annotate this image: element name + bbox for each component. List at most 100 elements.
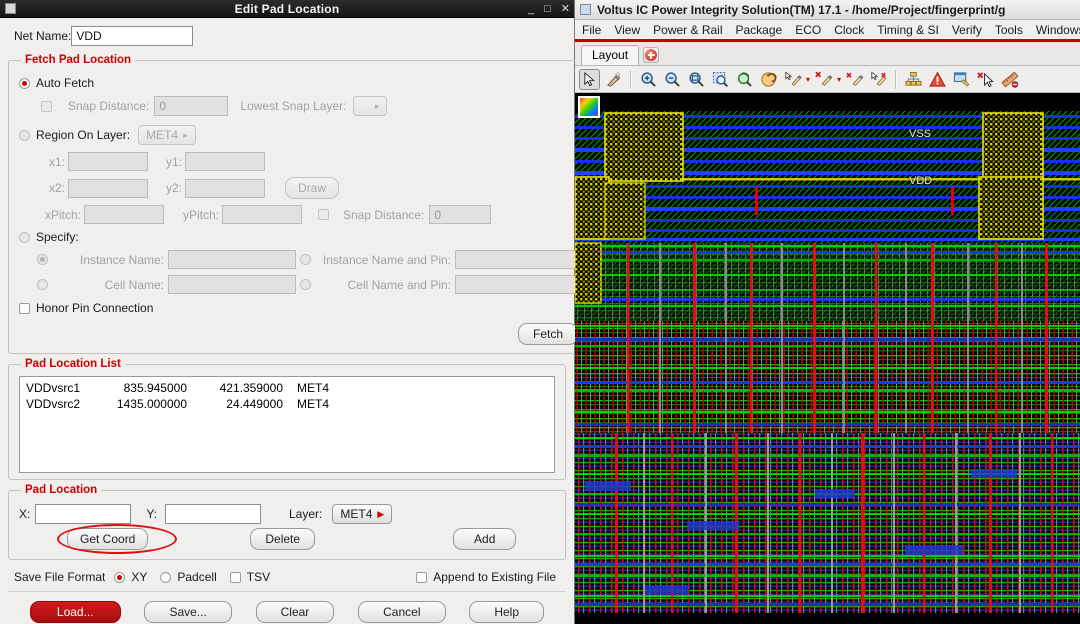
layout-canvas[interactable]: VSS VDD 全栈芯片工程师 xyxy=(575,93,1080,624)
maximize-button[interactable]: □ xyxy=(544,4,551,15)
xpitch-input[interactable] xyxy=(84,205,164,224)
snap-distance-input[interactable] xyxy=(154,96,228,116)
pad-x-input[interactable] xyxy=(35,504,131,524)
get-coord-button[interactable]: Get Coord xyxy=(67,528,148,550)
append-to-existing-file-checkbox[interactable] xyxy=(416,572,427,583)
trim-wire-icon[interactable] xyxy=(868,69,889,90)
y2-input[interactable] xyxy=(185,179,265,198)
menu-tools[interactable]: Tools xyxy=(995,23,1023,37)
menu-view[interactable]: View xyxy=(614,23,640,37)
instance-name-and-pin-input[interactable] xyxy=(455,250,578,269)
cell-name-input[interactable] xyxy=(168,275,296,294)
undo-icon[interactable] xyxy=(758,69,779,90)
format-xy-label: XY xyxy=(131,570,147,584)
redraw-icon[interactable] xyxy=(734,69,755,90)
ruler-icon[interactable] xyxy=(999,69,1020,90)
pad-actions-row: Get Coord Delete Add xyxy=(19,528,555,550)
menu-timing-and-si[interactable]: Timing & SI xyxy=(877,23,939,37)
honor-pin-connection-row[interactable]: Honor Pin Connection xyxy=(19,301,578,315)
pad-y-input[interactable] xyxy=(165,504,261,524)
zoom-selected-icon[interactable] xyxy=(710,69,731,90)
menu-windows[interactable]: Windows xyxy=(1036,23,1080,37)
chevron-down-icon[interactable]: ▾ xyxy=(806,75,810,84)
instance-name-and-pin-radio[interactable] xyxy=(300,254,311,265)
minimize-button[interactable]: _ xyxy=(528,4,534,15)
dialog-titlebar: Edit Pad Location _ □ ✕ xyxy=(0,0,574,18)
edit-wire-icon[interactable] xyxy=(782,69,803,90)
x2-input[interactable] xyxy=(68,179,148,198)
fetch-button[interactable]: Fetch xyxy=(518,323,578,345)
cell-name-radio[interactable] xyxy=(37,279,48,290)
add-button[interactable]: Add xyxy=(453,528,516,550)
menu-clock[interactable]: Clock xyxy=(834,23,864,37)
format-tsv-label: TSV xyxy=(247,570,270,584)
cut-wire-icon[interactable] xyxy=(844,69,865,90)
pad-layer-dropdown[interactable]: MET4 ▶ xyxy=(332,504,392,524)
x1-input[interactable] xyxy=(68,152,148,171)
pad-x: 1435.000000 xyxy=(96,396,201,412)
load-button[interactable]: Load... xyxy=(30,601,121,623)
select-arrow-icon[interactable] xyxy=(579,69,600,90)
delete-wire-icon[interactable] xyxy=(813,69,834,90)
specify-radio[interactable] xyxy=(19,232,30,243)
chevron-right-icon: ▸ xyxy=(183,130,188,141)
color-palette-icon[interactable] xyxy=(578,96,600,118)
zoom-out-icon[interactable] xyxy=(662,69,683,90)
honor-pin-connection-checkbox[interactable] xyxy=(19,303,30,314)
specify-row[interactable]: Specify: xyxy=(19,230,578,244)
region-on-layer-radio[interactable] xyxy=(19,130,30,141)
chevron-down-icon[interactable]: ▾ xyxy=(837,75,841,84)
snap-distance-row: Snap Distance: Lowest Snap Layer: ▸ xyxy=(19,96,578,116)
menu-package[interactable]: Package xyxy=(736,23,783,37)
zoom-fit-icon[interactable] xyxy=(686,69,707,90)
region-snap-distance-input[interactable] xyxy=(429,205,491,224)
cell-name-and-pin-input[interactable] xyxy=(455,275,578,294)
instance-name-row: Instance Name: Instance Name and Pin: xyxy=(19,250,578,269)
menu-eco[interactable]: ECO xyxy=(795,23,821,37)
instance-name-input[interactable] xyxy=(168,250,296,269)
y1-input[interactable] xyxy=(185,152,265,171)
tab-layout[interactable]: Layout xyxy=(581,45,639,65)
region-snap-distance-checkbox[interactable] xyxy=(318,209,329,220)
net-name-input[interactable] xyxy=(71,26,193,46)
add-tab-button[interactable] xyxy=(643,47,659,63)
cell-name-and-pin-radio[interactable] xyxy=(300,279,311,290)
draw-button[interactable]: Draw xyxy=(285,177,339,199)
pad-name: VDDvsrc1 xyxy=(26,380,96,396)
net-label-vss: VSS xyxy=(909,128,931,140)
close-button[interactable]: ✕ xyxy=(561,4,570,15)
auto-fetch-row[interactable]: Auto Fetch xyxy=(19,76,578,90)
instance-name-radio[interactable] xyxy=(37,254,48,265)
query-icon[interactable] xyxy=(951,69,972,90)
save-button[interactable]: Save... xyxy=(144,601,231,623)
region-layer-dropdown[interactable]: MET4 ▸ xyxy=(138,125,196,145)
pad-x: 835.945000 xyxy=(96,380,201,396)
clear-button[interactable]: Clear xyxy=(256,601,335,623)
format-padcell-radio[interactable] xyxy=(160,572,171,583)
zoom-in-icon[interactable] xyxy=(638,69,659,90)
table-row[interactable]: VDDvsrc2 1435.000000 24.449000 MET4 xyxy=(20,396,554,412)
menu-file[interactable]: File xyxy=(582,23,601,37)
snap-distance-checkbox[interactable] xyxy=(41,101,52,112)
region-on-layer-row[interactable]: Region On Layer: MET4 ▸ xyxy=(19,125,578,145)
format-xy-radio[interactable] xyxy=(114,572,125,583)
menu-verify[interactable]: Verify xyxy=(952,23,982,37)
cell-name-label: Cell Name: xyxy=(54,278,164,292)
cancel-button[interactable]: Cancel xyxy=(358,601,445,623)
region-on-layer-label: Region On Layer: xyxy=(36,128,130,142)
menu-power-and-rail[interactable]: Power & Rail xyxy=(653,23,722,37)
pad-layer-value: MET4 xyxy=(340,507,372,521)
format-tsv-checkbox[interactable] xyxy=(230,572,241,583)
wand-icon[interactable] xyxy=(603,69,624,90)
deselect-icon[interactable] xyxy=(975,69,996,90)
pad-location-list[interactable]: VDDvsrc1 835.945000 421.359000 MET4 VDDv… xyxy=(19,376,555,473)
ypitch-input[interactable] xyxy=(222,205,302,224)
auto-fetch-radio[interactable] xyxy=(19,78,30,89)
table-row[interactable]: VDDvsrc1 835.945000 421.359000 MET4 xyxy=(20,380,554,396)
hierarchy-icon[interactable] xyxy=(903,69,924,90)
lowest-snap-layer-dropdown[interactable]: ▸ xyxy=(353,96,387,116)
violation-icon[interactable] xyxy=(927,69,948,90)
delete-button[interactable]: Delete xyxy=(250,528,315,550)
region-snap-distance-label: Snap Distance: xyxy=(343,208,424,222)
help-button[interactable]: Help xyxy=(469,601,544,623)
